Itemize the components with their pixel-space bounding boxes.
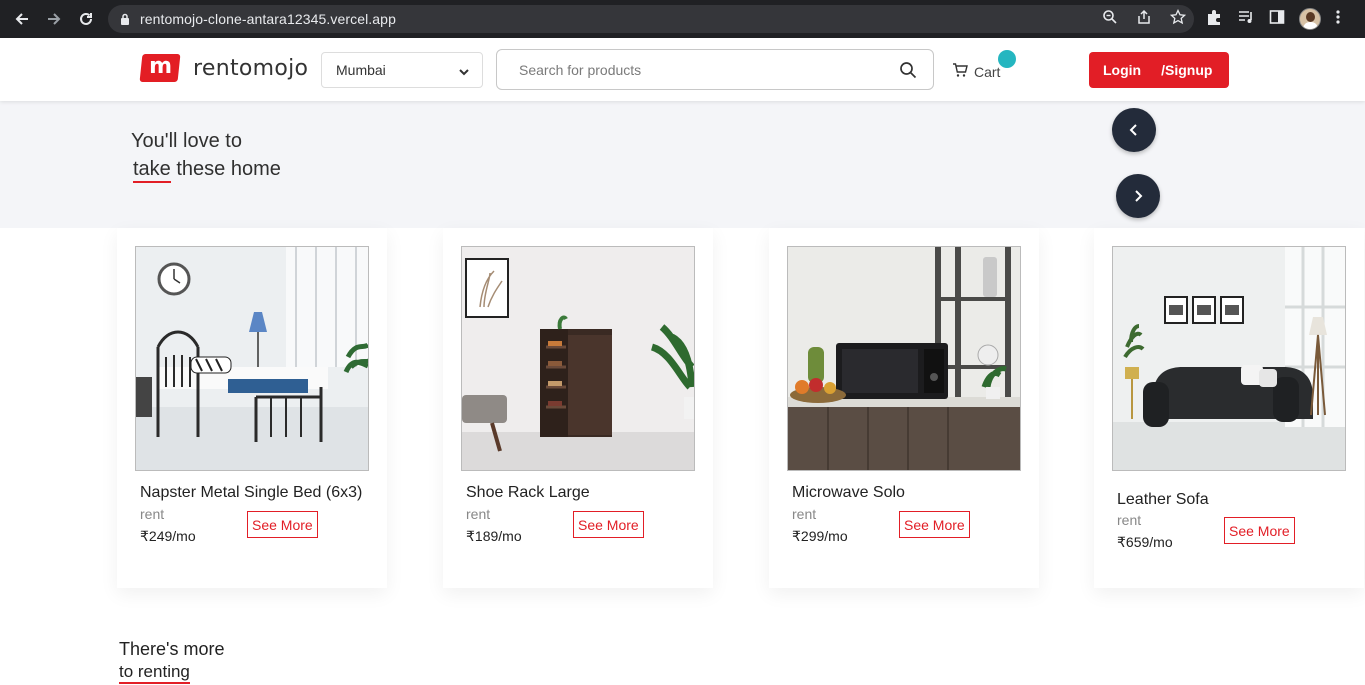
cart-link[interactable]: Cart: [952, 62, 1000, 81]
hero-title-underlined: take: [133, 158, 171, 183]
hero-title: You'll love to take these home: [131, 127, 281, 183]
chevron-down-icon: [458, 65, 470, 81]
login-signup-button[interactable]: Login /Signup: [1089, 52, 1229, 88]
city-select[interactable]: Mumbai: [321, 52, 483, 88]
product-price: ₹249/mo: [140, 528, 196, 544]
more-section-title: There's more to renting: [119, 638, 225, 684]
hero-title-line1: You'll love to: [131, 130, 242, 152]
cart-label: Cart: [974, 63, 1001, 80]
carousel-prev-button[interactable]: [1112, 108, 1156, 152]
product-name: Napster Metal Single Bed (6x3): [140, 484, 363, 501]
product-image-bed[interactable]: [135, 246, 369, 471]
zoom-icon[interactable]: [1102, 9, 1118, 30]
see-more-button[interactable]: See More: [1224, 517, 1295, 544]
product-card[interactable]: Leather Sofa rent ₹659/mo See More: [1094, 228, 1364, 588]
chevron-right-icon: [1135, 190, 1143, 202]
product-image-microwave[interactable]: [787, 246, 1021, 471]
more-title-line2: to renting: [119, 662, 190, 684]
product-rent-label: rent: [1117, 512, 1142, 528]
star-icon[interactable]: [1169, 8, 1187, 30]
search-box: [496, 49, 934, 90]
profile-avatar[interactable]: [1299, 8, 1321, 30]
side-panel-icon[interactable]: [1269, 9, 1285, 30]
city-value: Mumbai: [336, 62, 386, 78]
logo-mark: m: [139, 54, 181, 82]
signup-label: /Signup: [1161, 62, 1213, 78]
product-rent-label: rent: [140, 506, 165, 522]
see-more-button[interactable]: See More: [573, 511, 644, 538]
rentomojo-logo[interactable]: m rentomojo: [139, 54, 309, 82]
hero-section: You'll love to take these home: [0, 101, 1365, 228]
lock-icon: [120, 13, 130, 25]
search-icon[interactable]: [899, 61, 917, 84]
back-icon[interactable]: [6, 0, 38, 38]
product-name: Microwave Solo: [792, 484, 905, 501]
extensions-icon[interactable]: [1205, 8, 1223, 31]
carousel-next-button[interactable]: [1116, 174, 1160, 218]
hero-title-rest: these home: [170, 158, 281, 180]
cart-icon: [952, 62, 968, 81]
product-name: Shoe Rack Large: [466, 484, 590, 501]
more-title-line1: There's more: [119, 639, 225, 659]
forward-icon[interactable]: [38, 0, 70, 38]
media-queue-icon[interactable]: [1237, 8, 1255, 31]
product-name: Leather Sofa: [1117, 491, 1209, 508]
reload-icon[interactable]: [70, 0, 102, 38]
product-card[interactable]: Microwave Solo rent ₹299/mo See More: [769, 228, 1039, 588]
login-label: Login: [1103, 62, 1142, 78]
cart-badge: [998, 50, 1016, 68]
see-more-button[interactable]: See More: [899, 511, 970, 538]
browser-toolbar: rentomojo-clone-antara12345.vercel.app: [0, 0, 1365, 38]
product-price: ₹189/mo: [466, 528, 522, 544]
see-more-button[interactable]: See More: [247, 511, 318, 538]
product-image-sofa[interactable]: [1112, 246, 1346, 471]
product-card[interactable]: Shoe Rack Large rent ₹189/mo See More: [443, 228, 713, 588]
product-card[interactable]: Napster Metal Single Bed (6x3) rent ₹249…: [117, 228, 387, 588]
product-price: ₹299/mo: [792, 528, 848, 544]
menu-kebab-icon[interactable]: [1335, 9, 1341, 30]
product-rent-label: rent: [466, 506, 491, 522]
share-icon[interactable]: [1136, 9, 1152, 30]
product-price: ₹659/mo: [1117, 534, 1173, 550]
logo-text: rentomojo: [193, 55, 309, 81]
chevron-left-icon: [1129, 124, 1137, 136]
address-bar[interactable]: rentomojo-clone-antara12345.vercel.app: [108, 5, 1194, 33]
url-text: rentomojo-clone-antara12345.vercel.app: [140, 11, 396, 27]
product-image-shoe-rack[interactable]: [461, 246, 695, 471]
site-header: m rentomojo Mumbai Cart Login /Signup: [0, 38, 1365, 101]
search-input[interactable]: [519, 61, 879, 78]
product-rent-label: rent: [792, 506, 817, 522]
